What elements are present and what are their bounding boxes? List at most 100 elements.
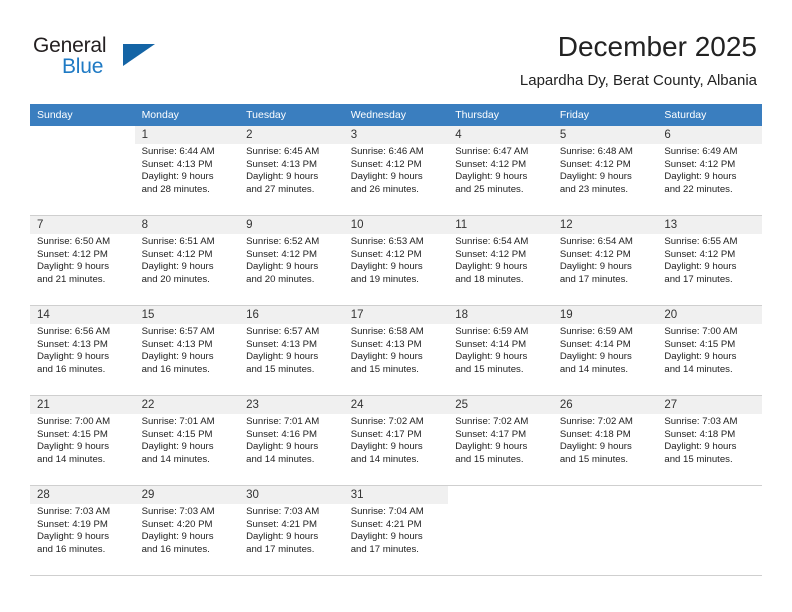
calendar-day-cell[interactable]: 30 Sunrise: 7:03 AM Sunset: 4:21 PM Dayligh…: [239, 485, 344, 576]
daylight-text-line1: Daylight: 9 hours: [37, 441, 109, 453]
day-cell-content: 31 Sunrise: 7:04 AM Sunset: 4:21 PM Dayligh…: [343, 486, 449, 575]
calendar-day-cell[interactable]: 16 Sunrise: 6:57 AM Sunset: 4:13 PM Dayligh…: [239, 305, 344, 396]
calendar-day-cell[interactable]: 12 Sunrise: 6:54 AM Sunset: 4:12 PM Dayligh…: [552, 215, 658, 306]
daylight-text-line2: and 18 minutes.: [455, 273, 524, 285]
day-number: 14: [30, 306, 135, 324]
daylight-text-line1: Daylight: 9 hours: [350, 531, 423, 543]
calendar-day-cell[interactable]: 2 Sunrise: 6:45 AM Sunset: 4:13 PM Daylight…: [239, 126, 344, 216]
sunset-text: Sunset: 4:15 PM: [141, 428, 213, 440]
sunset-text: Sunset: 4:19 PM: [37, 518, 108, 530]
day-details: Sunrise: 6:57 AM Sunset: 4:13 PM Daylight:…: [239, 324, 344, 376]
day-cell-content: 19 Sunrise: 6:59 AM Sunset: 4:14 PM Dayligh…: [552, 306, 658, 395]
daylight-text-line2: and 26 minutes.: [350, 183, 419, 195]
day-cell-content: 8 Sunrise: 6:51 AM Sunset: 4:12 PM Daylight…: [134, 216, 240, 305]
calendar-day-cell[interactable]: 28 Sunrise: 7:03 AM Sunset: 4:19 PM Dayligh…: [30, 485, 135, 576]
calendar-week-row: 7 Sunrise: 6:50 AM Sunset: 4:12 PM Daylight…: [30, 215, 762, 306]
calendar-day-cell[interactable]: 1 Sunrise: 6:44 AM Sunset: 4:13 PM Daylight…: [134, 126, 240, 216]
calendar-day-cell[interactable]: 29 Sunrise: 7:03 AM Sunset: 4:20 PM Dayligh…: [134, 485, 240, 576]
day-details: Sunrise: 6:50 AM Sunset: 4:12 PM Daylight:…: [30, 234, 135, 286]
daylight-text-line2: and 25 minutes.: [455, 183, 524, 195]
daylight-text-line2: and 16 minutes.: [141, 543, 210, 555]
day-cell-content: 22 Sunrise: 7:01 AM Sunset: 4:15 PM Dayligh…: [134, 396, 240, 485]
day-cell-content: 27 Sunrise: 7:03 AM Sunset: 4:18 PM Dayligh…: [657, 396, 762, 485]
calendar-day-cell[interactable]: 6 Sunrise: 6:49 AM Sunset: 4:12 PM Daylight…: [657, 126, 762, 216]
daylight-text-line1: Daylight: 9 hours: [141, 531, 214, 543]
sunrise-text: Sunrise: 7:00 AM: [37, 416, 111, 427]
calendar-day-cell[interactable]: 15 Sunrise: 6:57 AM Sunset: 4:13 PM Dayligh…: [134, 305, 240, 396]
sunrise-text: Sunrise: 7:01 AM: [246, 416, 320, 427]
calendar-day-cell[interactable]: 10 Sunrise: 6:53 AM Sunset: 4:12 PM Dayligh…: [343, 215, 449, 306]
calendar-page: General Blue December 2025 Lapardha Dy, …: [0, 0, 792, 612]
calendar-day-cell[interactable]: 25 Sunrise: 7:02 AM Sunset: 4:17 PM Dayligh…: [448, 395, 553, 486]
sunset-text: Sunset: 4:13 PM: [141, 338, 213, 350]
calendar-day-cell[interactable]: 19 Sunrise: 6:59 AM Sunset: 4:14 PM Dayligh…: [552, 305, 658, 396]
day-cell-content: 1 Sunrise: 6:44 AM Sunset: 4:13 PM Daylight…: [134, 126, 240, 215]
calendar-day-cell[interactable]: 5 Sunrise: 6:48 AM Sunset: 4:12 PM Daylight…: [552, 126, 658, 216]
sunset-text: Sunset: 4:13 PM: [37, 338, 108, 350]
calendar-week-row: 28 Sunrise: 7:03 AM Sunset: 4:19 PM Dayligh…: [30, 485, 762, 576]
calendar-day-cell[interactable]: 17 Sunrise: 6:58 AM Sunset: 4:13 PM Dayligh…: [343, 305, 449, 396]
sunset-text: Sunset: 4:21 PM: [350, 518, 422, 530]
page-subtitle: Lapardha Dy, Berat County, Albania: [519, 72, 757, 89]
calendar-day-cell[interactable]: 27 Sunrise: 7:03 AM Sunset: 4:18 PM Dayligh…: [657, 395, 762, 486]
calendar-day-cell[interactable]: 14 Sunrise: 6:56 AM Sunset: 4:13 PM Dayligh…: [30, 305, 135, 396]
calendar-day-cell[interactable]: 22 Sunrise: 7:01 AM Sunset: 4:15 PM Dayligh…: [134, 395, 240, 486]
sunset-text: Sunset: 4:13 PM: [246, 158, 318, 170]
sunrise-text: Sunrise: 7:03 AM: [37, 506, 111, 517]
day-details: Sunrise: 6:53 AM Sunset: 4:12 PM Daylight:…: [344, 234, 449, 286]
calendar-day-cell[interactable]: 11 Sunrise: 6:54 AM Sunset: 4:12 PM Dayligh…: [448, 215, 553, 306]
sunset-text: Sunset: 4:20 PM: [141, 518, 213, 530]
sunset-text: Sunset: 4:12 PM: [141, 248, 213, 260]
calendar-day-cell[interactable]: 9 Sunrise: 6:52 AM Sunset: 4:12 PM Daylight…: [239, 215, 344, 306]
weekday-header-row: Sunday Monday Tuesday Wednesday Thursday…: [30, 104, 762, 126]
day-details: Sunrise: 7:04 AM Sunset: 4:21 PM Daylight:…: [344, 504, 449, 556]
daylight-text-line2: and 16 minutes.: [37, 543, 106, 555]
calendar-day-cell[interactable]: 7 Sunrise: 6:50 AM Sunset: 4:12 PM Daylight…: [30, 215, 135, 306]
sunrise-text: Sunrise: 6:45 AM: [246, 146, 320, 157]
day-number: 5: [552, 126, 658, 144]
daylight-text-line2: and 15 minutes.: [246, 363, 315, 375]
daylight-text-line2: and 17 minutes.: [246, 543, 315, 555]
daylight-text-line2: and 19 minutes.: [350, 273, 419, 285]
calendar-day-cell[interactable]: 21 Sunrise: 7:00 AM Sunset: 4:15 PM Dayligh…: [30, 395, 135, 486]
sunrise-text: Sunrise: 7:02 AM: [559, 416, 633, 427]
calendar-day-cell[interactable]: 26 Sunrise: 7:02 AM Sunset: 4:18 PM Dayligh…: [552, 395, 658, 486]
calendar-day-cell[interactable]: 18 Sunrise: 6:59 AM Sunset: 4:14 PM Dayligh…: [448, 305, 553, 396]
day-details: Sunrise: 7:03 AM Sunset: 4:20 PM Daylight:…: [135, 504, 240, 556]
calendar-day-cell[interactable]: 8 Sunrise: 6:51 AM Sunset: 4:12 PM Daylight…: [134, 215, 240, 306]
calendar-day-cell[interactable]: 24 Sunrise: 7:02 AM Sunset: 4:17 PM Dayligh…: [343, 395, 449, 486]
sunrise-text: Sunrise: 6:52 AM: [246, 236, 320, 247]
day-details: Sunrise: 7:02 AM Sunset: 4:17 PM Daylight:…: [344, 414, 449, 466]
sunrise-text: Sunrise: 6:54 AM: [559, 236, 633, 247]
calendar-weekday-header: Sunday Monday Tuesday Wednesday Thursday…: [30, 104, 762, 126]
sunset-text: Sunset: 4:12 PM: [455, 158, 527, 170]
sunrise-text: Sunrise: 7:03 AM: [246, 506, 320, 517]
sunrise-text: Sunrise: 6:59 AM: [455, 326, 529, 337]
day-details: Sunrise: 7:02 AM Sunset: 4:18 PM Daylight:…: [553, 414, 658, 466]
daylight-text-line1: Daylight: 9 hours: [246, 261, 319, 273]
day-details: Sunrise: 6:58 AM Sunset: 4:13 PM Daylight:…: [344, 324, 449, 376]
sunrise-text: Sunrise: 7:00 AM: [664, 326, 738, 337]
calendar-day-cell[interactable]: 31 Sunrise: 7:04 AM Sunset: 4:21 PM Dayligh…: [343, 485, 449, 576]
day-cell-content: [552, 486, 658, 575]
day-number: 1: [134, 126, 240, 144]
daylight-text-line1: Daylight: 9 hours: [350, 261, 423, 273]
general-blue-logo[interactable]: General Blue: [33, 34, 163, 82]
calendar-day-cell[interactable]: 4 Sunrise: 6:47 AM Sunset: 4:12 PM Daylight…: [448, 126, 553, 216]
day-cell-content: 2 Sunrise: 6:45 AM Sunset: 4:13 PM Daylight…: [239, 126, 344, 215]
daylight-text-line1: Daylight: 9 hours: [37, 351, 109, 363]
calendar-day-cell[interactable]: 20 Sunrise: 7:00 AM Sunset: 4:15 PM Dayligh…: [657, 305, 762, 396]
calendar-day-cell[interactable]: 23 Sunrise: 7:01 AM Sunset: 4:16 PM Dayligh…: [239, 395, 344, 486]
daylight-text-line1: Daylight: 9 hours: [246, 171, 319, 183]
day-details: Sunrise: 6:59 AM Sunset: 4:14 PM Daylight:…: [448, 324, 553, 376]
daylight-text-line1: Daylight: 9 hours: [246, 351, 319, 363]
calendar-table: Sunday Monday Tuesday Wednesday Thursday…: [30, 104, 762, 576]
calendar-day-cell[interactable]: 13 Sunrise: 6:55 AM Sunset: 4:12 PM Dayligh…: [657, 215, 762, 306]
page-title: December 2025: [557, 31, 757, 62]
day-details: Sunrise: 6:45 AM Sunset: 4:13 PM Daylight:…: [239, 144, 344, 196]
daylight-text-line1: Daylight: 9 hours: [350, 171, 423, 183]
day-cell-content: 15 Sunrise: 6:57 AM Sunset: 4:13 PM Dayligh…: [134, 306, 240, 395]
calendar-day-cell[interactable]: 3 Sunrise: 6:46 AM Sunset: 4:12 PM Daylight…: [343, 126, 449, 216]
daylight-text-line1: Daylight: 9 hours: [455, 441, 528, 453]
sunrise-text: Sunrise: 7:02 AM: [350, 416, 424, 427]
